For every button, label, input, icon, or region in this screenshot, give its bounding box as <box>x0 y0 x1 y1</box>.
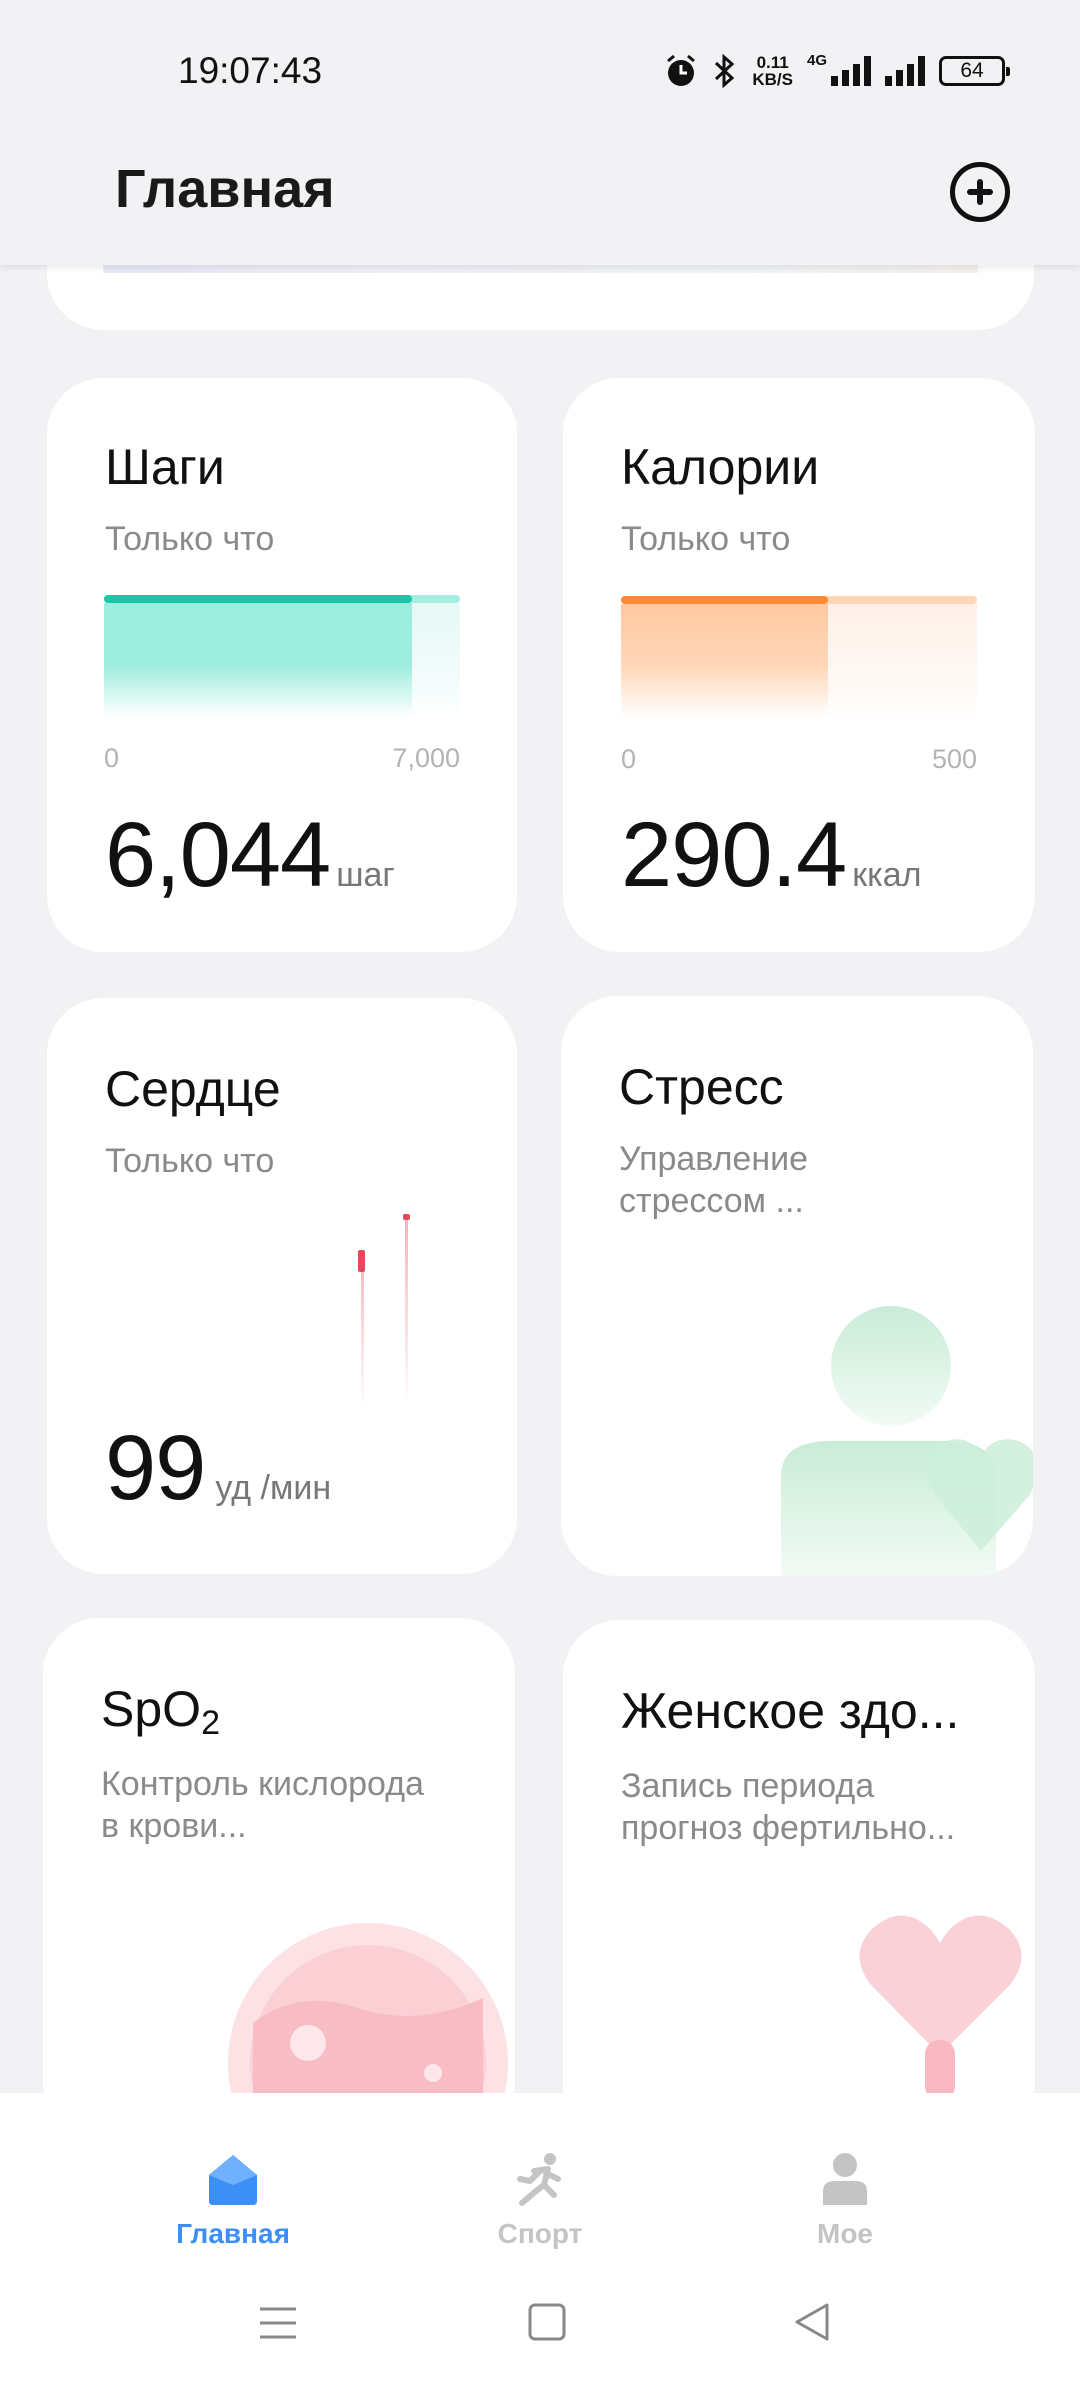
add-button[interactable] <box>950 162 1010 222</box>
spo2-subtitle: Контроль кислорода в крови... <box>101 1765 424 1845</box>
stress-person-illustration <box>781 1306 1033 1576</box>
calories-axis-min: 0 <box>621 744 637 774</box>
signal-strength-icon <box>831 56 871 86</box>
calories-value: 290.4 <box>621 804 847 906</box>
steps-subtitle: Только что <box>105 520 275 558</box>
bottom-navigation: Главная Спорт Мое <box>0 2093 1080 2400</box>
steps-value: 6,044 <box>105 804 331 906</box>
nav-label-sport: Спорт <box>497 2218 583 2249</box>
heart-value-line: 99 уд /мин <box>105 1416 331 1521</box>
status-time: 19:07:43 <box>178 50 323 91</box>
stress-title: Стресс <box>619 1059 784 1115</box>
heart-value: 99 <box>105 1417 206 1519</box>
steps-value-line: 6,044 шаг <box>105 803 395 908</box>
women-health-card[interactable]: Женское здо... Запись периода прогноз фе… <box>563 1620 1035 2140</box>
calories-unit: ккал <box>852 856 922 894</box>
alarm-icon <box>667 54 696 86</box>
calories-progress-bar <box>621 596 977 718</box>
stress-subtitle: Управление стрессом ... <box>619 1140 809 1220</box>
previous-card-strip <box>103 265 978 273</box>
steps-axis-min: 0 <box>104 743 120 773</box>
home-icon <box>209 2155 257 2205</box>
heart-unit: уд /мин <box>215 1469 332 1507</box>
profile-icon <box>823 2153 867 2205</box>
bluetooth-icon <box>715 54 735 88</box>
page-title: Главная <box>115 159 335 219</box>
network-type: 4G <box>806 51 827 69</box>
status-bar: 19:07:43 0.11 KB/S 4G 64 <box>0 0 1080 140</box>
nav-label-profile: Мое <box>817 2218 873 2249</box>
women-health-title: Женское здо... <box>621 1683 960 1739</box>
back-icon[interactable] <box>792 2301 832 2343</box>
women-health-subtitle: Запись периода прогноз фертильно... <box>621 1767 956 1847</box>
steps-progress-fill <box>104 595 412 603</box>
steps-unit: шаг <box>336 856 395 894</box>
calories-axis-max: 500 <box>931 744 977 774</box>
heart-rate-chart <box>358 1214 410 1408</box>
calories-title: Калории <box>621 439 820 495</box>
app-header: Главная <box>0 140 1080 265</box>
steps-progress-area <box>104 603 412 717</box>
home-square-icon[interactable] <box>527 2301 567 2343</box>
calories-subtitle: Только что <box>621 520 791 558</box>
heart-card[interactable]: Сердце Только что 99 уд /мин <box>47 998 517 1574</box>
spo2-card[interactable]: SpO2 Контроль кислорода в крови... <box>43 1618 515 2138</box>
calories-value-line: 290.4 ккал <box>621 803 921 908</box>
signal-strength-2-icon <box>885 56 925 86</box>
steps-progress-bar <box>104 595 460 717</box>
steps-card[interactable]: Шаги Только что 0 7,000 6,044 шаг <box>47 378 517 952</box>
heart-title: Сердце <box>105 1061 281 1117</box>
nav-label-home: Главная <box>176 2218 290 2249</box>
status-icons: 0.11 KB/S 4G 64 <box>664 46 1010 96</box>
battery-icon: 64 <box>939 56 1010 86</box>
steps-title: Шаги <box>105 439 225 495</box>
calories-progress-area <box>621 604 828 718</box>
steps-axis-max: 7,000 <box>392 743 460 773</box>
calories-card[interactable]: Калории Только что 0 500 290.4 ккал <box>563 378 1035 952</box>
calories-progress-fill <box>621 596 828 604</box>
running-icon <box>517 2153 561 2206</box>
menu-icon[interactable] <box>258 2303 298 2343</box>
spo2-title: SpO2 <box>101 1681 220 1742</box>
stress-card[interactable]: Стресс Управление стрессом ... <box>561 996 1033 1576</box>
net-speed: 0.11 KB/S <box>752 53 793 89</box>
heart-subtitle: Только что <box>105 1142 275 1180</box>
